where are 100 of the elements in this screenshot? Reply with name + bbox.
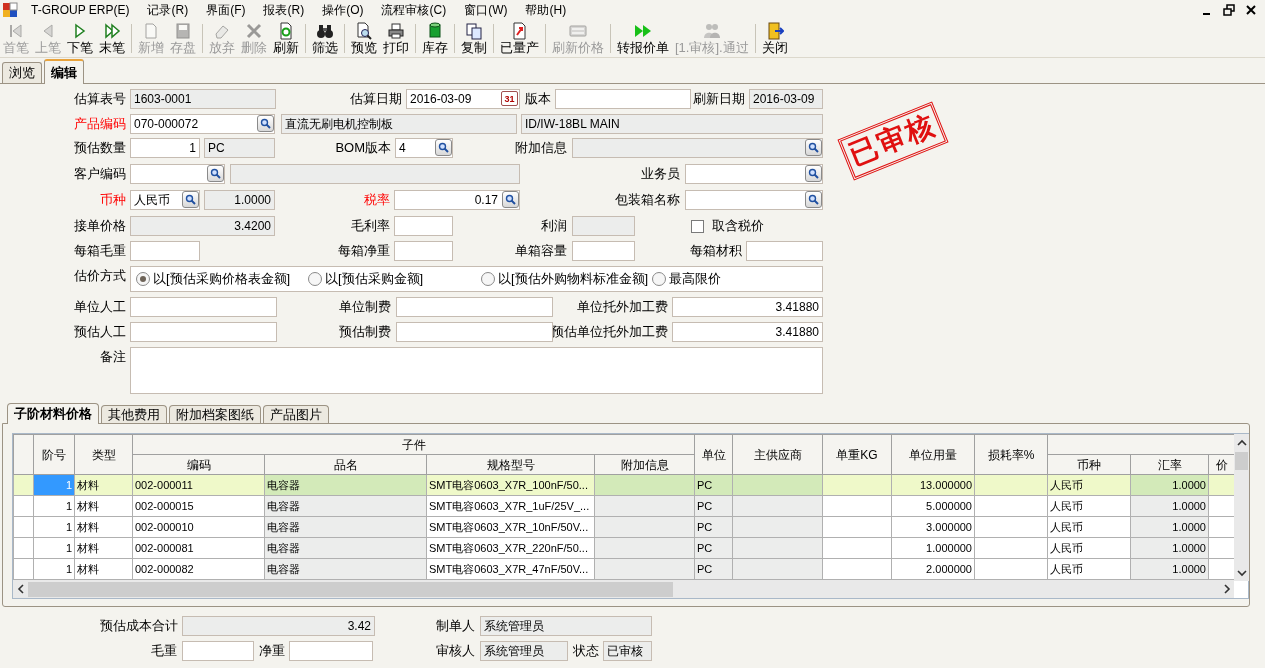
lookup-button[interactable] [805,139,822,156]
input-field[interactable] [130,322,277,342]
input-field[interactable]: 3.4200 [130,216,275,236]
input-field[interactable]: 直流无刷电机控制板 [281,114,517,134]
lookup-button[interactable] [435,139,452,156]
input-field[interactable] [746,241,823,261]
input-field[interactable] [289,641,373,661]
input-field[interactable]: 已审核 [603,641,652,661]
input-field[interactable]: 3.41880 [672,322,823,342]
input-field[interactable] [394,241,453,261]
input-field[interactable] [130,297,277,317]
lookup-button[interactable] [182,191,199,208]
toolbar-button[interactable]: 库存 [419,20,451,57]
input-field[interactable]: 070-000072 [130,114,275,134]
tab[interactable]: 编辑 [44,59,84,84]
calendar-button[interactable]: 31 [501,91,518,106]
toolbar-button[interactable]: 打印 [380,20,412,57]
scrollbar-thumb[interactable] [28,581,673,597]
column-header[interactable]: 主供应商 [732,434,823,475]
lookup-button[interactable] [805,165,822,182]
menu-item[interactable]: 记录(R) [138,1,198,19]
menu-item[interactable]: T-GROUP ERP(E) [22,1,139,19]
table-row[interactable]: 1 材料 002-000015 电容器 SMT电容0603_X7R_1uF/25V_... PC 5.000000 人民币 1.0000 [13,495,1235,517]
input-field[interactable]: 系统管理员 [480,616,652,636]
scroll-right-icon[interactable] [1221,584,1232,594]
tab[interactable]: 子阶材料价格 [7,403,99,424]
field-label: 审核人 [435,642,475,660]
input-field[interactable]: 1603-0001 [130,89,276,109]
menu-item[interactable]: 操作(O) [313,1,373,19]
input-field[interactable]: 3.42 [182,616,375,636]
column-header[interactable]: 单位用量 [891,434,975,475]
lookup-button[interactable] [502,191,519,208]
input-field[interactable] [572,216,635,236]
tab[interactable]: 产品图片 [263,405,329,423]
tab[interactable]: 其他费用 [101,405,167,423]
horizontal-scrollbar[interactable] [13,580,1234,598]
column-header[interactable]: 单重KG [822,434,892,475]
toolbar-button[interactable]: 复制 [458,20,490,57]
toolbar-button[interactable]: 刷新 [270,20,302,57]
toolbar-button[interactable]: 末笔 [96,20,128,57]
input-field[interactable]: 1.0000 [204,190,275,210]
search-icon [260,118,271,129]
toolbar-button[interactable]: 下笔 [64,20,96,57]
lookup-button[interactable] [805,191,822,208]
scrollbar-thumb[interactable] [1235,452,1248,470]
toolbar-button[interactable]: 转报价单 [614,20,672,57]
input-field[interactable] [182,641,254,661]
toolbar-button[interactable]: 筛选 [309,20,341,57]
input-field[interactable] [230,164,520,184]
input-field[interactable] [394,216,453,236]
toolbar-button[interactable]: 已量产 [497,20,542,57]
scroll-down-icon[interactable] [1236,567,1247,578]
input-field[interactable]: 3.41880 [672,297,823,317]
menu-item[interactable]: 流程审核(C) [372,1,456,19]
close-icon[interactable] [1245,4,1257,16]
tab[interactable]: 附加档案图纸 [169,405,261,423]
input-field[interactable] [685,164,823,184]
lookup-button[interactable] [257,115,274,132]
checkbox[interactable] [691,219,704,233]
input-field[interactable]: 系统管理员 [480,641,568,661]
checkbox-label: 取含税价 [712,217,764,235]
menu-item[interactable]: 帮助(H) [516,1,576,19]
vertical-scrollbar[interactable] [1234,434,1249,581]
table-row[interactable]: 1 材料 002-000010 电容器 SMT电容0603_X7R_10nF/50V... PC 3.000000 人民币 1.0000 [13,516,1235,538]
radio-button[interactable] [136,272,150,286]
input-field[interactable] [396,322,553,342]
column-header[interactable]: 单位 [694,434,733,475]
toolbar-button[interactable]: 预览 [348,20,380,57]
scroll-up-icon[interactable] [1236,437,1247,448]
column-header[interactable]: 阶号 [33,434,75,475]
field-label: 每箱净重 [337,242,390,260]
column-header[interactable]: 类型 [74,434,133,475]
toolbar-button[interactable]: 关闭 [758,20,791,57]
input-field[interactable] [685,190,823,210]
table-row[interactable]: 1 材料 002-000082 电容器 SMT电容0603_X7R_47nF/50V... PC 2.000000 人民币 1.0000 [13,558,1235,580]
input-field[interactable]: 2016-03-09 [749,89,823,109]
table-row[interactable]: 1 材料 002-000011 电容器 SMT电容0603_X7R_100nF/50... PC 13.000000 人民币 1.0000 [13,474,1235,496]
input-field[interactable] [572,138,823,158]
input-field[interactable] [130,241,200,261]
field-label: 接单价格 [73,217,126,235]
menu-item[interactable]: 窗口(W) [455,1,517,19]
scroll-left-icon[interactable] [15,584,26,594]
restore-icon[interactable] [1223,4,1235,16]
column-header[interactable]: 损耗率% [974,434,1048,475]
tab[interactable]: 浏览 [2,62,42,83]
input-field[interactable] [572,241,635,261]
radio-button[interactable] [308,272,322,286]
table-row[interactable]: 1 材料 002-000081 电容器 SMT电容0603_X7R_220nF/50... PC 1.000000 人民币 1.0000 [13,537,1235,559]
menu-item[interactable]: 报表(R) [254,1,314,19]
input-field[interactable]: 1 [130,138,200,158]
radio-button[interactable] [652,272,666,286]
input-field[interactable] [555,89,691,109]
lookup-button[interactable] [207,165,224,182]
notes-field[interactable] [130,347,823,394]
menu-item[interactable]: 界面(F) [197,1,255,19]
radio-button[interactable] [481,272,495,286]
input-field[interactable]: PC [204,138,275,158]
input-field[interactable]: ID/IW-18BL MAIN [521,114,823,134]
input-field[interactable] [396,297,553,317]
preview-icon [355,22,373,40]
